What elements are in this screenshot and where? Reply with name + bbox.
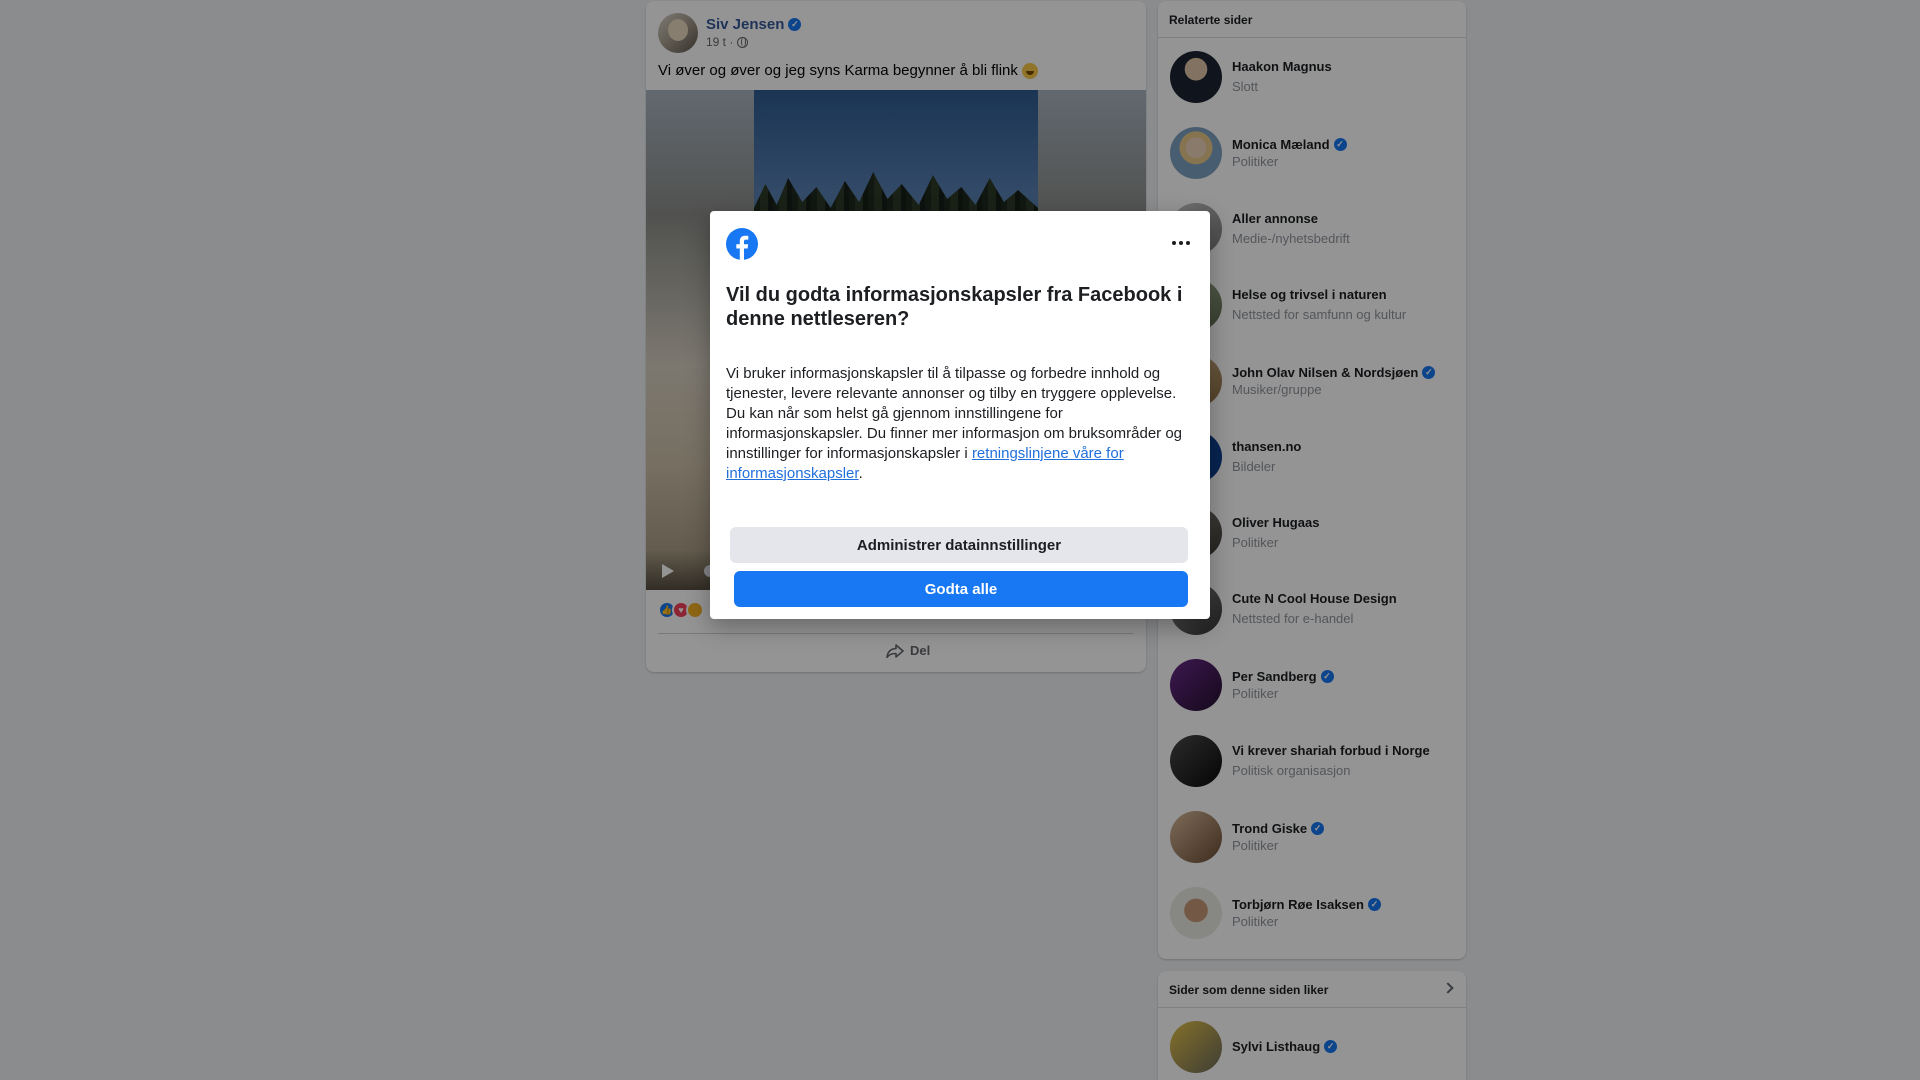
accept-all-button[interactable]: Godta alle [734,571,1188,607]
dialog-body: Vi bruker informasjonskapsler til å tilp… [726,364,1194,484]
dialog-body-end: . [858,465,863,482]
facebook-logo-icon [726,228,758,260]
more-options-icon[interactable] [1172,241,1190,245]
manage-data-settings-button[interactable]: Administrer datainnstillinger [730,527,1188,563]
cookie-consent-dialog: Vil du godta informasjonskapsler fra Fac… [710,211,1210,619]
dialog-title: Vil du godta informasjonskapsler fra Fac… [726,284,1183,330]
